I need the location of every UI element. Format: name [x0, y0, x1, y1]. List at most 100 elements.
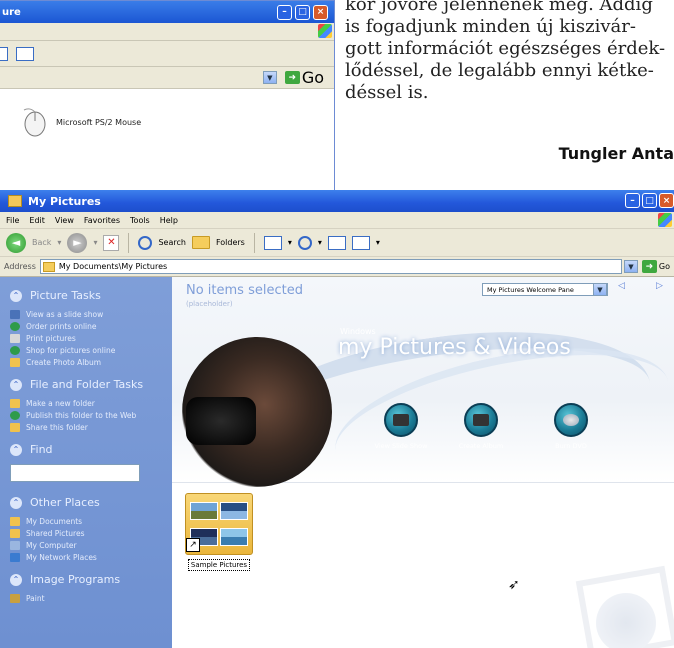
search-icon[interactable] [138, 235, 153, 250]
place-my-documents[interactable]: My Documents [10, 515, 160, 527]
go-button[interactable]: ➜ Go [284, 68, 324, 87]
zoom-dropdown-icon[interactable]: ▾ [318, 238, 322, 247]
menu-edit[interactable]: Edit [29, 216, 45, 225]
filmstrip-view-icon[interactable] [351, 235, 370, 250]
article-line: is fogadjunk minden új kiszivár- [345, 16, 636, 37]
task-label: Publish this folder to the Web [26, 410, 137, 420]
menu-file[interactable]: File [6, 216, 19, 225]
folders-button[interactable]: Folders [216, 238, 245, 247]
collapse-icon[interactable]: ⌃ [10, 443, 22, 456]
create-album-action[interactable]: Create Album [446, 403, 516, 450]
address-dropdown-button[interactable]: ▼ [623, 260, 638, 273]
address-input[interactable]: My Documents\My Pictures [39, 259, 622, 274]
forward-dropdown-icon[interactable]: ▾ [93, 238, 97, 247]
program-paint[interactable]: Paint [10, 592, 160, 604]
find-input[interactable] [10, 464, 140, 482]
views-icon[interactable] [263, 235, 282, 250]
up-folder-icon[interactable]: ✕ [103, 234, 120, 251]
search-button[interactable]: Search [158, 238, 185, 247]
view-icon[interactable] [0, 46, 8, 61]
welcome-pane-select[interactable]: My Pictures Welcome Pane ▼ [482, 283, 608, 296]
view-dropdown-icon[interactable]: ▾ [376, 238, 380, 247]
back-label[interactable]: Back [32, 238, 51, 247]
welcome-heading: my Pictures & Videos [338, 335, 571, 360]
folders-icon[interactable] [191, 236, 210, 249]
selection-status: No items selected [186, 283, 303, 298]
task-print-pictures[interactable]: Print pictures [10, 332, 160, 344]
place-label: My Documents [26, 516, 83, 526]
go-button[interactable]: ➜ Go [641, 260, 670, 273]
view-slide-show-action[interactable]: View Slide Show [366, 403, 436, 450]
folder-icon: ↗ [185, 493, 253, 555]
task-share-folder[interactable]: Share this folder [10, 421, 160, 433]
place-shared-pictures[interactable]: Shared Pictures [10, 527, 160, 539]
background-window-titlebar: ure – □ × [0, 1, 334, 23]
menu-tools[interactable]: Tools [130, 216, 150, 225]
album-icon [10, 357, 20, 367]
back-dropdown-icon[interactable]: ▾ [57, 238, 61, 247]
collapse-icon[interactable]: ⌃ [10, 573, 22, 586]
task-order-prints[interactable]: Order prints online [10, 320, 160, 332]
background-window-title: ure [2, 6, 21, 18]
view-menu-icon[interactable] [16, 46, 34, 61]
article-line: déssel is. [345, 82, 429, 103]
folder-icon [42, 261, 55, 272]
shortcut-arrow-icon: ↗ [186, 538, 200, 552]
mouse-cursor-icon: ➶ [508, 577, 520, 593]
address-label: Address [4, 262, 36, 271]
views-dropdown-icon[interactable]: ▾ [288, 238, 292, 247]
task-new-folder[interactable]: Make a new folder [10, 397, 160, 409]
window-title: My Pictures [28, 194, 101, 208]
other-places-title: Other Places [30, 496, 100, 509]
minimize-button[interactable]: – [277, 4, 292, 20]
menu-help[interactable]: Help [160, 216, 178, 225]
menu-favorites[interactable]: Favorites [84, 216, 120, 225]
next-arrow-icon[interactable]: ▷ [656, 281, 663, 291]
article-line: kor jövőre jelennének meg. Addig [345, 0, 653, 15]
picture-tasks-header[interactable]: ⌃ Picture Tasks [10, 289, 160, 302]
welcome-pane-select-value: My Pictures Welcome Pane [487, 285, 574, 294]
collapse-icon[interactable]: ⌃ [10, 289, 22, 302]
chevron-down-icon[interactable]: ▼ [593, 283, 607, 296]
file-folder-tasks-header[interactable]: ⌃ File and Folder Tasks [10, 378, 160, 391]
mouse-device-item[interactable]: Microsoft PS/2 Mouse [20, 107, 141, 137]
task-view-slide-show[interactable]: View as a slide show [10, 308, 160, 320]
find-header[interactable]: ⌃ Find [10, 443, 160, 456]
back-arrow-icon[interactable]: ◄ [6, 232, 26, 253]
network-icon [10, 552, 20, 562]
address-dropdown-button[interactable]: ▼ [262, 71, 277, 84]
place-label: Shared Pictures [26, 528, 85, 538]
close-button[interactable]: × [659, 193, 674, 208]
paint-icon [10, 593, 20, 603]
folder-label: Sample Pictures [187, 559, 251, 571]
background-window: ure – □ × ▼ ➜ Go Microsoft PS/2 Mouse [0, 0, 335, 200]
forward-arrow-icon[interactable]: ► [67, 232, 88, 253]
maximize-button[interactable]: □ [642, 193, 657, 208]
place-network-places[interactable]: My Network Places [10, 551, 160, 563]
place-my-computer[interactable]: My Computer [10, 539, 160, 551]
collapse-icon[interactable]: ⌃ [10, 496, 22, 509]
burn-dvd-action[interactable]: Burn DVD [536, 403, 606, 450]
other-places-header[interactable]: ⌃ Other Places [10, 496, 160, 509]
task-label: Print pictures [26, 333, 76, 343]
camera-photo [186, 397, 256, 445]
background-content: Microsoft PS/2 Mouse [0, 89, 334, 199]
task-publish-web[interactable]: Publish this folder to the Web [10, 409, 160, 421]
task-shop-pictures[interactable]: Shop for pictures online [10, 344, 160, 356]
shared-folder-icon [10, 528, 20, 538]
minimize-button[interactable]: – [625, 193, 640, 208]
collapse-icon[interactable]: ⌃ [10, 378, 22, 391]
maximize-button[interactable]: □ [295, 4, 310, 20]
task-label: Make a new folder [26, 398, 95, 408]
previous-arrow-icon[interactable]: ◁ [618, 281, 625, 291]
sample-pictures-folder[interactable]: ↗ Sample Pictures [182, 493, 256, 571]
task-create-album[interactable]: Create Photo Album [10, 356, 160, 368]
close-button[interactable]: × [313, 4, 328, 20]
place-label: My Computer [26, 540, 77, 550]
thumbnail [220, 528, 248, 546]
thumbnail-view-icon[interactable] [327, 235, 346, 250]
menu-view[interactable]: View [55, 216, 74, 225]
zoom-icon[interactable] [297, 235, 312, 250]
toolbar-separator [128, 232, 130, 253]
image-programs-header[interactable]: ⌃ Image Programs [10, 573, 160, 586]
